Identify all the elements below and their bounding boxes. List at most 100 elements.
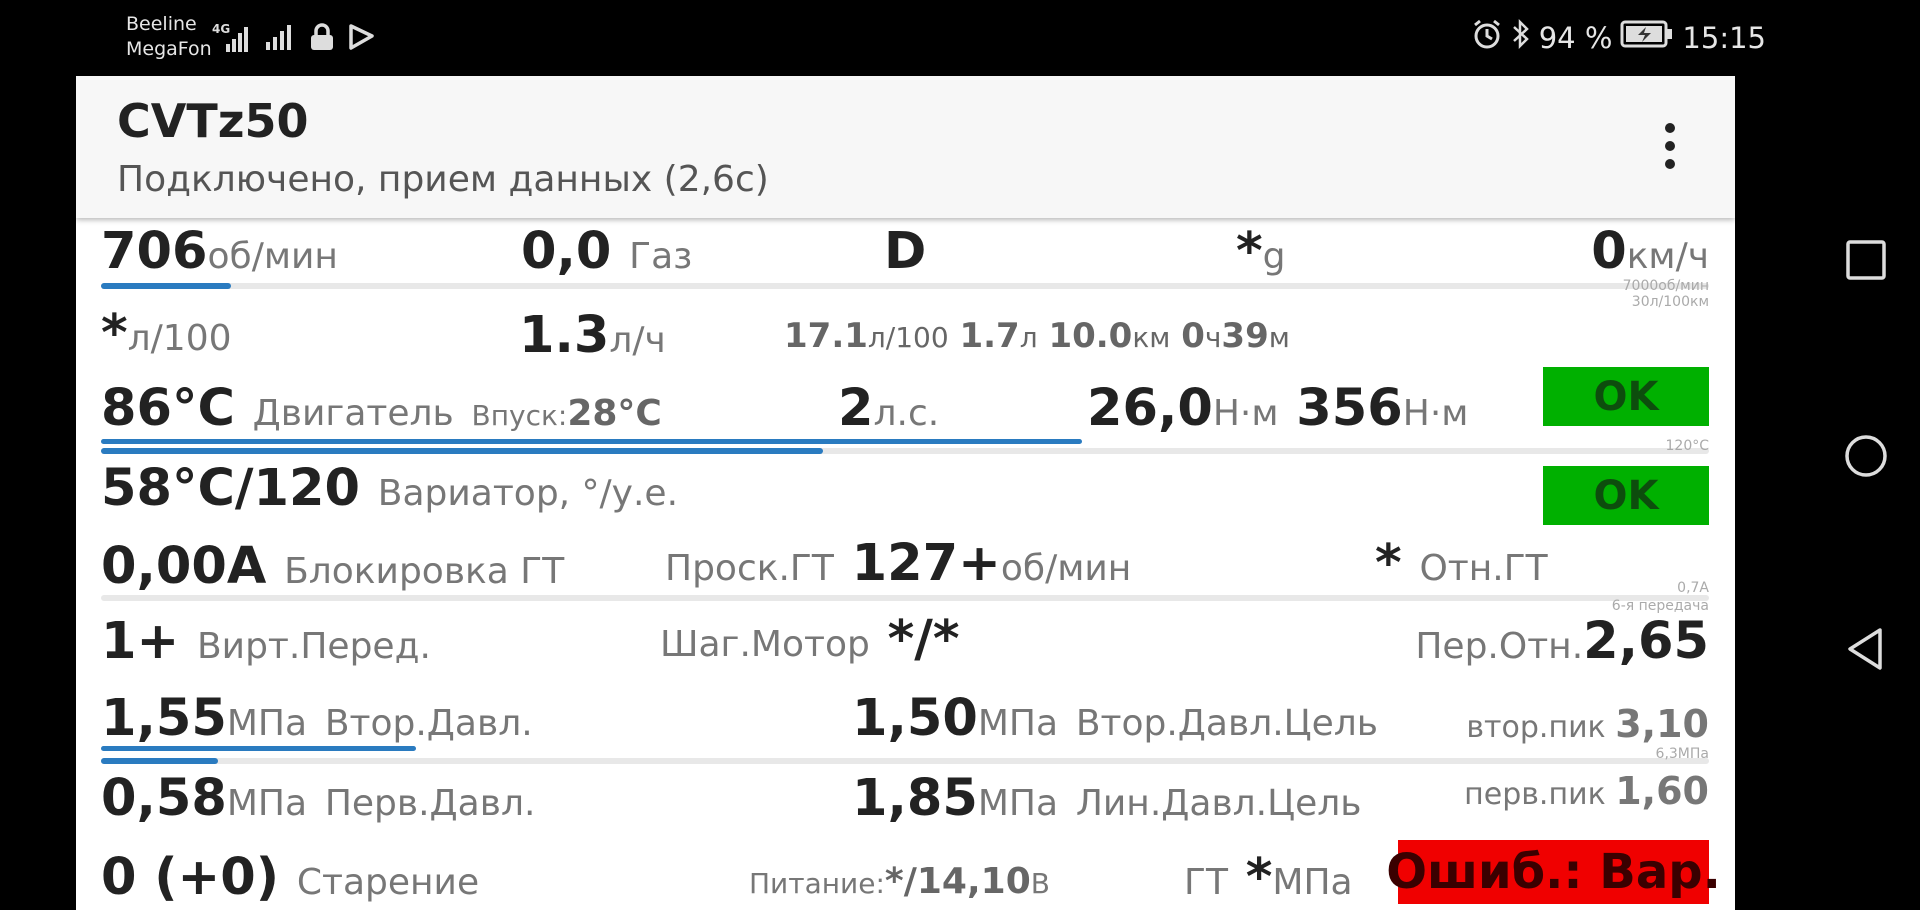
virtual-gear-row: 1+ Вирт.Перед. xyxy=(101,616,431,667)
app-title: CVTz50 xyxy=(117,94,309,148)
tc-pressure-row: ГТ *МПа xyxy=(1184,852,1353,903)
engine-load-bar-fill xyxy=(101,439,1082,444)
stepper-value: */* xyxy=(887,610,960,669)
primary-pressure-bar xyxy=(101,758,1709,764)
trip-hours-unit: ч xyxy=(1204,321,1222,354)
primary-peak-row: перв.пик 1,60 xyxy=(1464,772,1709,810)
aging-row: 0 (+0) Старение xyxy=(101,852,479,903)
gear-ratio-label: Пер.Отн. xyxy=(1415,626,1584,667)
secondary-pressure-row: 1,55МПа Втор.Давл. xyxy=(101,693,533,744)
tc-pressure-label: ГТ xyxy=(1184,862,1228,903)
secondary-pressure-bar-fill xyxy=(101,746,417,751)
engine-temp-scale: 120°C xyxy=(1665,438,1710,454)
trip-stats: 17.1л/100 1.7л 10.0км 0ч39м xyxy=(784,319,1290,353)
error-badge: Ошиб.: Вар. xyxy=(1386,840,1721,904)
tc-ratio-row: * Отн.ГТ xyxy=(1375,538,1548,589)
gear-scale: 6-я передача xyxy=(1611,598,1709,614)
g-force-value: * xyxy=(1236,222,1263,281)
lockup-scale: 0,7А xyxy=(1677,580,1709,596)
overflow-menu-button[interactable] xyxy=(1658,123,1682,171)
torque-row: 26,0Н·м 356Н·м xyxy=(1087,383,1468,434)
supply-label: Питание: xyxy=(749,867,885,900)
power-row: 2л.с. xyxy=(838,383,939,434)
primary-peak-label: перв.пик xyxy=(1464,777,1606,812)
torque-actual: 26,0 xyxy=(1087,379,1213,438)
power-unit: л.с. xyxy=(873,393,940,434)
connection-status: Подключено, прием данных (2,6с) xyxy=(117,159,769,200)
tc-slip-row: Проск.ГТ 127+об/мин xyxy=(665,538,1131,589)
intake-label: Впуск: xyxy=(471,399,568,432)
consumption-row: *л/100 xyxy=(101,308,232,359)
engine-temp-row: 86°C Двигатель Впуск:28°C xyxy=(101,383,662,434)
lockup-row: 0,00A Блокировка ГТ xyxy=(101,541,564,592)
virtual-gear-label: Вирт.Перед. xyxy=(196,626,431,667)
trip-hours: 0 xyxy=(1181,316,1205,356)
supply-voltage: */14,10 xyxy=(884,861,1031,902)
aging-value: 0 (+0) xyxy=(101,848,280,907)
status-icons-left: 4G xyxy=(212,22,376,56)
throttle-label: Газ xyxy=(629,236,693,277)
secondary-peak: 3,10 xyxy=(1615,702,1709,746)
signal-icon xyxy=(264,22,296,56)
cvt-temp-row: 58°C/120 Вариатор, °/у.е. xyxy=(101,463,678,514)
secondary-pressure-bar xyxy=(101,746,1709,752)
tc-slip-label: Проск.ГТ xyxy=(665,548,834,589)
engine-temp-bar-fill xyxy=(101,448,823,454)
cvt-status-badge: OK xyxy=(1543,466,1709,525)
alarm-icon xyxy=(1471,18,1503,57)
gear-ratio: 2,65 xyxy=(1583,612,1709,671)
intake-temp: 28°C xyxy=(567,393,662,434)
hourly-consumption: 1.3 xyxy=(519,306,610,365)
cvt-temp: 58°C/120 xyxy=(101,459,360,518)
tc-slip-unit: об/мин xyxy=(1000,548,1132,589)
navigation-bar xyxy=(1740,76,1920,910)
carrier-1: Beeline xyxy=(126,13,197,35)
lockup-label: Блокировка ГТ xyxy=(284,551,565,592)
primary-pressure-bar-fill xyxy=(101,758,219,764)
secondary-target: 1,50 xyxy=(852,689,978,748)
dashboard: 706об/мин 0,0 Газ D *g 0км/ч 7000об/мин … xyxy=(76,218,1735,910)
consumption-scale: 30л/100км xyxy=(1631,294,1709,310)
g-force-unit: g xyxy=(1262,236,1286,277)
hourly-consumption-row: 1.3л/ч xyxy=(519,310,666,361)
primary-pressure: 0,58 xyxy=(101,769,227,828)
lock-icon xyxy=(308,22,336,56)
trip-minutes: 39 xyxy=(1221,316,1269,356)
battery-level: 94 % xyxy=(1538,20,1613,55)
pressure-scale: 6,3МПа xyxy=(1655,746,1709,762)
consumption-unit: л/100 xyxy=(127,318,232,359)
status-icons-right: 94 % 15:15 xyxy=(1471,18,1766,57)
stepper-label: Шаг.Мотор xyxy=(660,624,870,665)
rpm-scale: 7000об/мин xyxy=(1622,278,1709,294)
secondary-pressure: 1,55 xyxy=(101,689,227,748)
engine-temp: 86°C xyxy=(101,379,235,438)
torque-unit-2: Н·м xyxy=(1402,393,1469,434)
engine-power: 2 xyxy=(838,379,874,438)
g-force-row: *g xyxy=(1236,226,1286,277)
secondary-pressure-label: Втор.Давл. xyxy=(324,703,533,744)
tc-pressure-unit: МПа xyxy=(1272,862,1353,903)
stepper-row: Шаг.Мотор */* xyxy=(660,614,960,665)
tc-slip-value: 127+ xyxy=(851,534,1001,593)
battery-charging-icon xyxy=(1620,19,1674,56)
carrier-names: Beeline MegaFon xyxy=(126,12,212,62)
home-icon[interactable] xyxy=(1843,433,1889,479)
primary-pressure-row: 0,58МПа Перв.Давл. xyxy=(101,773,535,824)
line-target: 1,85 xyxy=(852,769,978,828)
secondary-target-row: 1,50МПа Втор.Давл.Цель xyxy=(852,693,1378,744)
hourly-unit: л/ч xyxy=(609,320,666,361)
gear-selector: D xyxy=(884,222,927,281)
rpm-unit: об/мин xyxy=(207,236,338,277)
app-window: CVTz50 Подключено, прием данных (2,6с) 7… xyxy=(76,76,1735,910)
trip-fuel-unit: л xyxy=(1019,321,1038,354)
trip-avg-unit: л/100 xyxy=(867,321,949,354)
recent-apps-icon[interactable] xyxy=(1843,237,1889,283)
trip-minutes-unit: м xyxy=(1268,321,1290,354)
clock: 15:15 xyxy=(1682,20,1766,55)
media-icon xyxy=(348,22,376,56)
speed-unit: км/ч xyxy=(1626,236,1709,277)
secondary-peak-row: втор.пик 3,10 xyxy=(1466,705,1709,743)
back-icon[interactable] xyxy=(1843,626,1889,672)
engine-status-badge: OK xyxy=(1543,367,1709,426)
rpm-bar-fill xyxy=(101,283,232,289)
